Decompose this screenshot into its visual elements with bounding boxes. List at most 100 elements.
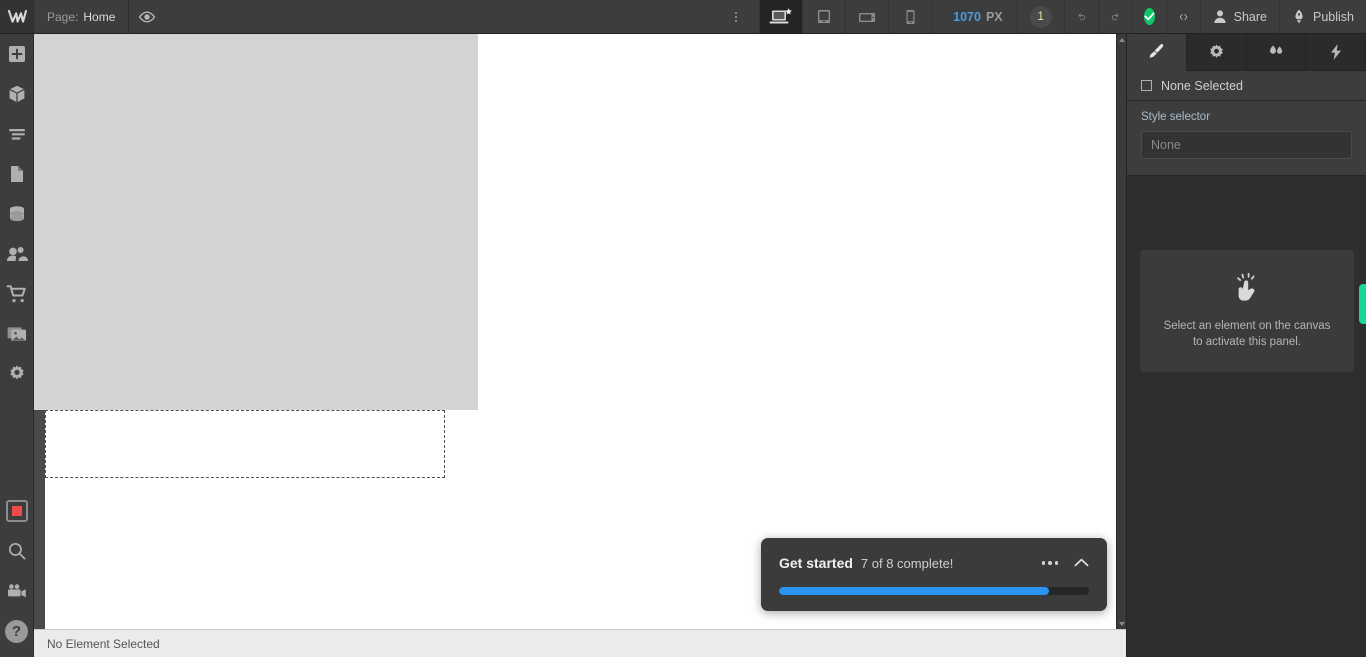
right-panel: None Selected Style selector None Select…: [1126, 34, 1366, 657]
canvas-width-unit: PX: [985, 9, 1003, 24]
sidebar-item-settings[interactable]: [0, 354, 34, 394]
desktop-breakpoint-icon: [769, 7, 793, 23]
get-started-title: Get started: [779, 555, 853, 571]
tap-hand-icon: [1237, 273, 1255, 302]
tab-effects[interactable]: [1306, 34, 1366, 71]
tab-settings[interactable]: [1186, 34, 1247, 71]
breakpoint-mobile-portrait[interactable]: [888, 0, 933, 33]
style-selector-section: Style selector None: [1127, 101, 1366, 176]
status-bar: No Element Selected: [34, 629, 1126, 657]
panel-empty-state: Select an element on the canvas to activ…: [1140, 250, 1354, 372]
breakpoint-mobile-landscape[interactable]: [845, 0, 890, 33]
tablet-breakpoint-icon: [818, 9, 831, 23]
topbar-overflow-menu[interactable]: [725, 0, 747, 33]
breakpoint-switcher: [759, 0, 933, 33]
breakpoint-tablet[interactable]: [802, 0, 847, 33]
paintbrush-icon: [1149, 43, 1164, 58]
sidebar-item-assets[interactable]: [0, 314, 34, 354]
checkmark-saved-icon: [1143, 8, 1155, 25]
selection-label: None Selected: [1161, 78, 1244, 93]
code-export-button[interactable]: [1165, 0, 1200, 33]
get-started-panel[interactable]: Get started 7 of 8 complete!: [761, 538, 1107, 611]
sidebar-item-search[interactable]: [0, 531, 34, 571]
redo-button[interactable]: [1097, 0, 1132, 33]
code-brackets-icon: [1179, 13, 1187, 20]
share-button[interactable]: Share: [1199, 0, 1279, 33]
preview-toggle[interactable]: [129, 0, 165, 33]
left-sidebar: ?: [0, 34, 34, 657]
undo-icon: [1078, 13, 1085, 21]
sidebar-item-help[interactable]: ?: [0, 611, 34, 651]
collaborator-badge: 1: [1029, 5, 1052, 28]
sidebar-bottom-group: ?: [0, 491, 34, 657]
people-icon: [6, 247, 28, 261]
canvas-overlay-panel: [34, 34, 478, 410]
sidebar-item-cms[interactable]: [0, 194, 34, 234]
magnifier-icon: [8, 542, 25, 560]
undo-button[interactable]: [1063, 0, 1098, 33]
scroll-arrow-up-icon[interactable]: [1117, 34, 1127, 45]
images-icon: [7, 327, 26, 341]
sidebar-item-ecommerce[interactable]: [0, 274, 34, 314]
share-label: Share: [1233, 9, 1267, 24]
page-document-icon: [10, 166, 23, 182]
save-status[interactable]: [1131, 0, 1166, 33]
empty-state-line-2: to activate this panel.: [1192, 336, 1302, 348]
get-started-progress-track: [779, 587, 1089, 595]
top-toolbar: Page: Home 1070 PX 1 Share Publish: [0, 0, 1366, 34]
canvas-width-value: 1070: [953, 9, 981, 24]
question-mark-icon: ?: [5, 619, 28, 643]
square-outline-icon: [1141, 80, 1152, 91]
audit-red-square-icon: [5, 500, 28, 522]
database-icon: [9, 206, 24, 221]
publish-button[interactable]: Publish: [1279, 0, 1366, 33]
gear-icon: [9, 365, 24, 380]
canvas-scrollbar[interactable]: [1116, 34, 1126, 629]
tab-style[interactable]: [1127, 34, 1187, 71]
breakpoint-desktop[interactable]: [759, 0, 804, 33]
sidebar-item-audit[interactable]: [0, 491, 34, 531]
publish-label: Publish: [1313, 9, 1354, 24]
cube-icon: [8, 85, 25, 103]
page-name: Home: [83, 9, 116, 24]
collaborator-count[interactable]: 1: [1016, 0, 1064, 33]
style-selector-label: Style selector: [1141, 111, 1211, 123]
empty-state-text: Select an element on the canvas to activ…: [1164, 319, 1331, 350]
ellipsis-icon[interactable]: [1041, 561, 1058, 565]
webflow-logo-icon[interactable]: [0, 0, 34, 33]
page-indicator[interactable]: Page: Home: [34, 0, 130, 33]
rocket-icon: [1295, 9, 1303, 24]
page-label: Page:: [47, 9, 79, 24]
sidebar-item-add-elements[interactable]: [0, 34, 34, 74]
lightning-bolt-icon: [1330, 44, 1341, 60]
sidebar-item-components[interactable]: [0, 74, 34, 114]
empty-state-line-1: Select an element on the canvas: [1163, 320, 1331, 333]
get-started-actions: [1041, 554, 1090, 572]
get-started-progress-text: 7 of 8 complete!: [860, 555, 954, 571]
sidebar-item-video[interactable]: [0, 571, 34, 611]
canvas-element-outline[interactable]: [45, 410, 445, 478]
video-camera-icon: [7, 584, 26, 598]
topbar-right-actions: 1 Share Publish: [1016, 0, 1366, 33]
style-selector-input[interactable]: None: [1141, 131, 1352, 159]
right-panel-tabs: [1127, 34, 1366, 71]
person-icon: [1214, 10, 1226, 23]
eye-icon: [139, 10, 156, 23]
sidebar-item-pages[interactable]: [0, 154, 34, 194]
get-started-header: Get started 7 of 8 complete!: [779, 554, 1089, 572]
sidebar-item-users[interactable]: [0, 234, 34, 274]
canvas-width-indicator[interactable]: 1070 PX: [939, 0, 1017, 33]
tab-interactions[interactable]: [1246, 34, 1307, 71]
scroll-arrow-down-icon[interactable]: [1117, 618, 1127, 629]
status-bar-text: No Element Selected: [47, 636, 160, 651]
get-started-progress-fill: [779, 587, 1049, 595]
selection-indicator: None Selected: [1127, 71, 1366, 101]
chevron-up-icon[interactable]: [1074, 554, 1089, 572]
edge-notification-tab[interactable]: [1359, 284, 1366, 324]
water-drops-icon: [1269, 45, 1283, 54]
gear-icon: [1209, 44, 1223, 58]
plus-square-icon: [8, 46, 25, 62]
shopping-cart-icon: [6, 285, 26, 303]
sidebar-item-navigator[interactable]: [0, 114, 34, 154]
webflow-designer: Page: Home 1070 PX 1 Share Publish ? Get…: [0, 0, 1366, 657]
